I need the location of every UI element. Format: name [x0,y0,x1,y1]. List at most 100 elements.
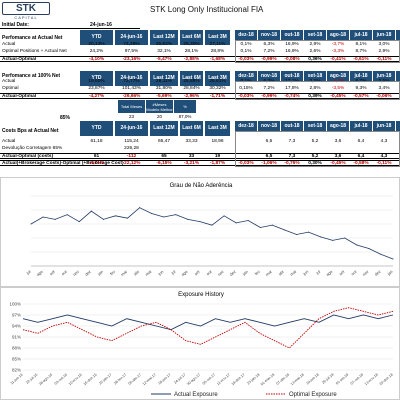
stk-logo: STK CAPITAL [2,2,50,22]
row-value: 74,29% [123,42,140,47]
data-point [78,221,80,223]
sec3-header-2: Last 12M [150,121,178,136]
row-value: -22,12% [122,161,141,166]
x-tick-label: 13-nov-18 [364,373,379,386]
row-label: Devolução Corretagem 85% [2,146,63,151]
x-tick-label: 03-out-16 [54,373,68,386]
x-tick-label: nov [72,269,80,277]
legend-label: Optimal Exposure [289,392,337,398]
x-tick-label: jan [96,269,104,277]
initial-date-value: 24-jun-16 [90,22,112,28]
legend-item: Actual Exposure [151,392,218,398]
meses-header-0: Total Meses [118,100,145,113]
x-tick-label: mar [120,269,129,278]
meses-value-2: 87,0% [178,114,192,119]
row-value: -2,88% [183,57,200,62]
y-tick-label: 85% [12,357,21,362]
chart-title: Grau de Não Aderência [170,183,233,189]
optimal-exposure-line [22,307,394,349]
row-label: Optimal [2,86,19,91]
data-point [163,216,165,218]
actual-exposure-line [22,314,394,331]
x-tick-label: 07-abr-18 [276,373,291,386]
row-value: 26,61% [209,79,226,84]
x-tick-label: 10-nov-16 [68,373,83,386]
sec3-header-0: YTD [80,121,113,136]
exposure-history-chart: Exposure History 100% 97% 94% 91% 88% 85% 82% 11… [0,287,400,400]
meses-value-0: 23 [128,114,134,119]
x-tick-label: mai [289,269,297,277]
x-tick-label: dez [229,269,237,277]
x-tick-label: jul [169,269,176,276]
costs-section: Costs Bps at Actual Net 85% YTD 24-jun-16 La… [0,115,400,173]
data-point [151,213,153,214]
initial-date: Initial Date: 24-jun-16 [0,22,140,29]
row-value: 226,28 [124,146,139,151]
row-value: 97,5% [124,49,139,54]
x-tick-label: 30-ago-17 [186,373,201,387]
sec1-month-box [235,40,400,63]
x-tick-label: jun [301,269,309,277]
data-point [139,207,141,209]
x-tick-label: 11-nov-17 [216,373,231,386]
x-tick-label: 18-dez-17 [231,373,246,386]
data-point [66,214,68,216]
row-value: 28,84% [183,86,200,91]
data-point [127,217,129,219]
x-tick-label: nov [361,269,369,277]
data-point [187,218,189,220]
row-value: 30,32% [209,86,226,91]
meses-value-1: 20 [156,114,162,119]
sec1-month-7: m [396,30,400,40]
x-tick-label: 05-out-17 [202,373,216,386]
x-tick-label: 11-jun-16 [10,373,24,386]
row-value: 28,8% [210,49,225,54]
row-value: 25,30% [183,42,200,47]
row-value: 65,47 [157,139,170,144]
data-point [332,239,334,241]
row-value: 20,13% [88,42,105,47]
x-tick-label: 28-fev-17 [113,373,127,386]
data-point [102,218,104,220]
y-tick-label: 100% [9,302,21,307]
data-point [259,227,261,228]
x-tick-label: abr [277,269,285,277]
row-value: -23,16% [122,57,141,62]
x-tick-label: 01-mar-18 [260,373,275,387]
x-tick-label: ago [35,268,44,277]
row-value: 32,1% [157,49,171,54]
sec3-label: Costs Bps at Actual Net [2,128,59,134]
row-value: 25,88% [183,79,200,84]
x-tick-label: 05-abr-17 [128,373,143,386]
y-tick-label: 91% [12,335,21,340]
x-tick-label: 18-jun-17 [157,373,171,386]
x-tick-label: fev [109,269,116,276]
row-value: 26,11% [156,79,172,84]
meses-summary: Total Meses #Meses Modelo Melhor% 23 20 87,0… [118,100,218,120]
x-tick-label: mai [144,269,152,277]
row-value: 31,80% [155,86,173,91]
data-point [271,224,273,226]
x-tick-label: out [205,268,213,276]
x-tick-label: mar [264,269,273,278]
row-value: 61,18 [90,139,103,144]
row-value: -3,21% [183,161,200,166]
data-point [368,248,370,249]
sec1-month-6: jun-18 [373,30,395,40]
row-value: -4,10% [88,57,105,62]
data-point [211,224,213,226]
row-value: 101,43% [122,86,141,91]
exposure-chart-svg: Exposure History100%97%94%91%88%85%82%11… [9,292,394,398]
sec3-month-1: nov-18 [258,121,280,131]
sec1-month-2: out-18 [281,30,303,40]
data-point [235,222,237,224]
data-point [175,214,177,216]
data-point [356,244,358,246]
y-tick-label: 94% [12,324,21,329]
row-value: -4,27% [88,94,105,99]
x-tick-label: nov [217,269,225,277]
x-tick-label: dez [84,269,92,277]
sec3-header-1: 24-jun-16 [115,121,148,136]
data-point [90,210,92,212]
sec3-month-5: jul-18 [350,121,372,131]
